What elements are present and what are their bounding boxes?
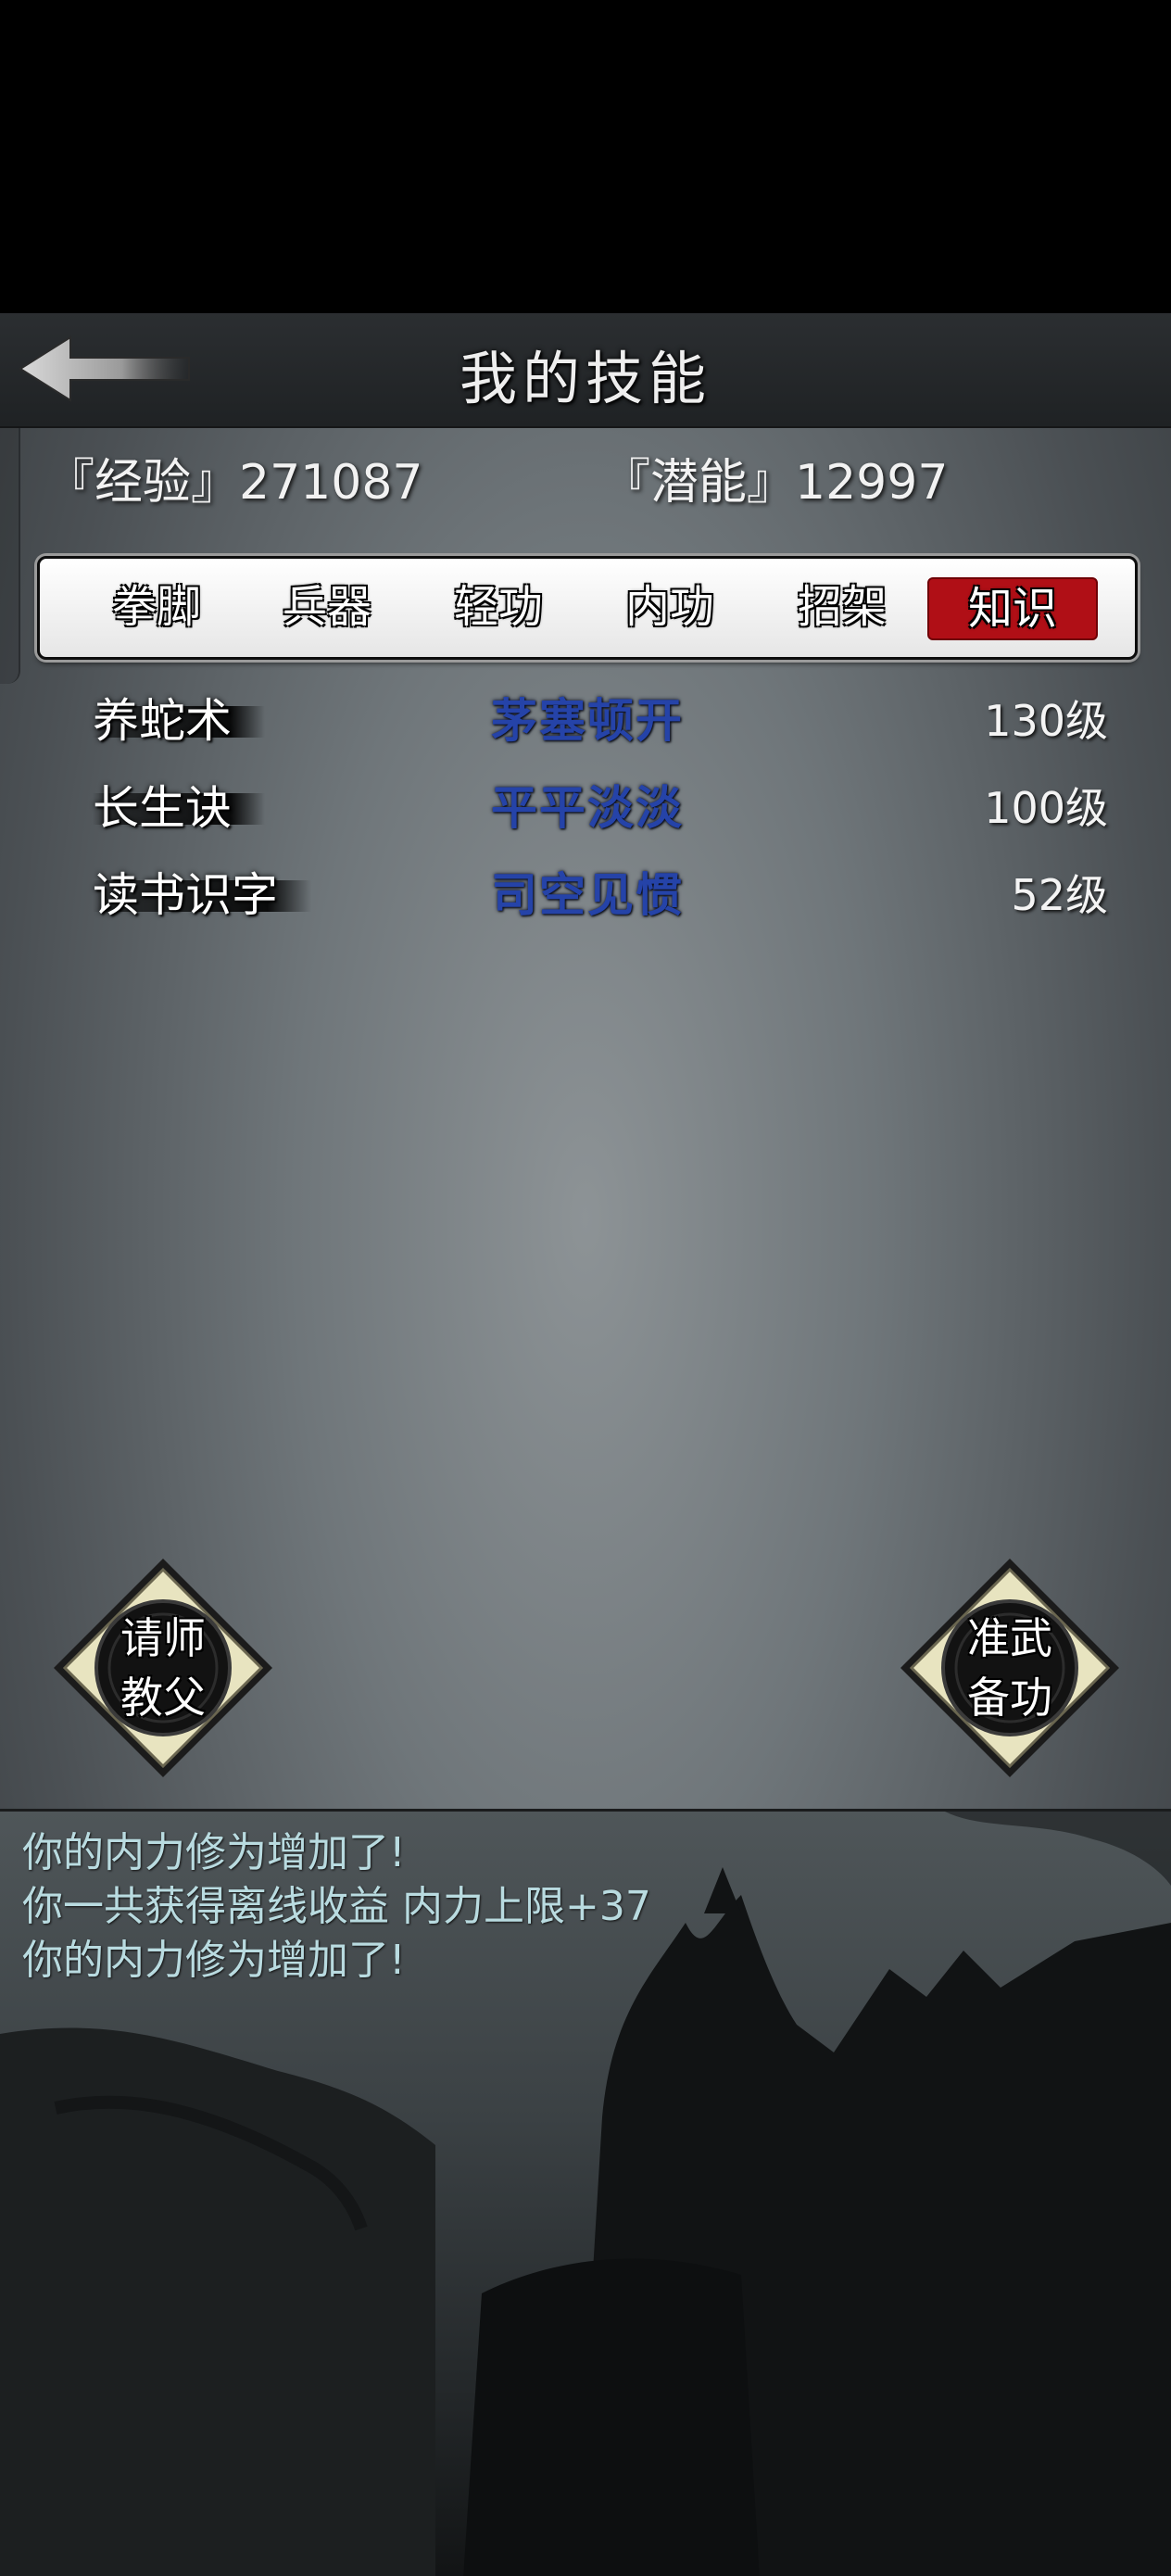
skill-level: 52级	[1011, 870, 1108, 920]
tab-knowledge[interactable]: 知识	[927, 577, 1098, 640]
stats-bar: 『经验』271087 『潜能』12997	[0, 443, 1171, 517]
skill-rank: 司空见惯	[491, 867, 684, 922]
skill-level: 130级	[984, 696, 1108, 746]
skill-name: 读书识字	[93, 858, 311, 932]
tab-fist[interactable]: 拳脚	[73, 577, 240, 637]
page-title: 我的技能	[459, 345, 711, 412]
skill-level: 100级	[984, 783, 1108, 833]
tab-parry[interactable]: 招架	[759, 577, 925, 637]
message-log[interactable]: 你的内力修为增加了! 你一共获得离线收益 内力上限+37 你的内力修为增加了!	[0, 1809, 1171, 2576]
prepare-skill-label-1: 准武	[967, 1613, 1052, 1663]
skill-rank: 平平淡淡	[491, 780, 684, 835]
prepare-skill-label-2: 备功	[967, 1673, 1052, 1723]
skill-row[interactable]: 养蛇术 茅塞顿开 130级	[0, 684, 1171, 758]
skill-name: 养蛇术	[93, 684, 265, 758]
tab-internal[interactable]: 内功	[586, 577, 753, 637]
ask-master-button[interactable]: 请师 教父	[50, 1555, 276, 1781]
skill-row[interactable]: 读书识字 司空见惯 52级	[0, 858, 1171, 932]
skill-category-tabs: 拳脚 兵器 轻功 内功 招架 知识	[37, 556, 1138, 660]
header-bar: 我的技能	[0, 313, 1171, 428]
skill-rank: 茅塞顿开	[491, 693, 684, 748]
skills-screen: 我的技能 『经验』271087 『潜能』12997 拳脚 兵器 轻功 内功 招架…	[0, 313, 1171, 2576]
skill-name: 长生诀	[93, 771, 265, 845]
ask-master-label-2: 教父	[120, 1673, 206, 1723]
log-line: 你一共获得离线收益 内力上限+37	[22, 1883, 651, 1930]
prepare-skill-button[interactable]: 准武 备功	[897, 1555, 1123, 1781]
experience-stat: 『经验』271087	[46, 455, 423, 511]
ask-master-label-1: 请师	[120, 1613, 206, 1663]
log-line: 你的内力修为增加了!	[22, 1937, 406, 1984]
log-line: 你的内力修为增加了!	[22, 1829, 406, 1876]
tab-weapon[interactable]: 兵器	[244, 577, 410, 637]
potential-stat: 『潜能』12997	[602, 455, 949, 511]
skill-row[interactable]: 长生诀 平平淡淡 100级	[0, 771, 1171, 845]
tab-lightness[interactable]: 轻功	[415, 577, 582, 637]
